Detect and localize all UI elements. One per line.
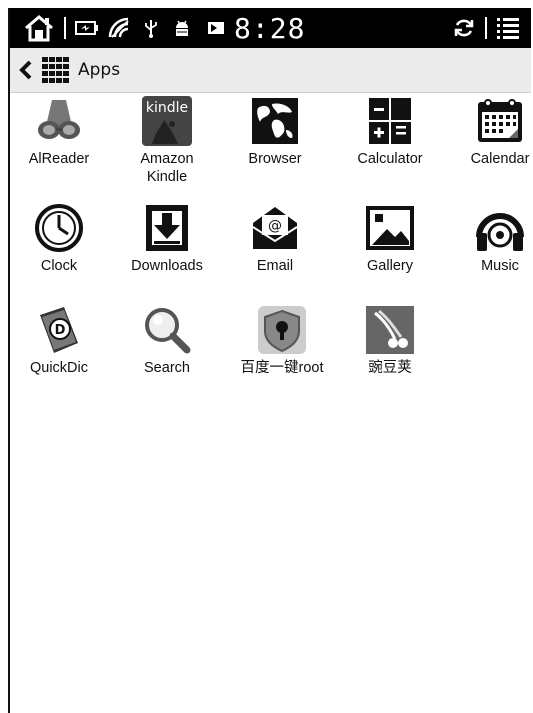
app-label: Gallery — [367, 258, 413, 274]
battery-level-icon — [206, 20, 228, 36]
app-amazon-kindle[interactable]: kindle Amazon Kindle — [115, 96, 219, 186]
app-clock[interactable]: Clock — [7, 203, 111, 275]
battery-icon — [74, 20, 100, 36]
alreader-icon — [34, 96, 84, 146]
status-separator — [64, 17, 66, 39]
search-icon — [142, 305, 192, 355]
app-email[interactable]: @ Email — [223, 203, 327, 275]
wandoujia-icon — [365, 305, 415, 355]
app-gallery[interactable]: Gallery — [338, 203, 442, 275]
app-label: 豌豆荚 — [368, 360, 412, 376]
app-label: Clock — [40, 258, 78, 274]
app-browser[interactable]: Browser — [223, 96, 327, 168]
app-search[interactable]: Search — [115, 305, 219, 377]
svg-text:@: @ — [268, 218, 282, 234]
kindle-icon: kindle — [142, 96, 192, 146]
status-bar: 8:28 — [10, 8, 531, 48]
app-label: Email — [256, 258, 294, 274]
status-time: 8:28 — [234, 11, 306, 45]
browser-icon — [250, 96, 300, 146]
kindle-logo-text: kindle — [146, 100, 188, 116]
music-icon — [475, 203, 525, 253]
app-label: QuickDic — [29, 360, 88, 376]
usb-icon — [140, 18, 162, 38]
app-label: Calculator — [357, 151, 423, 167]
app-alreader[interactable]: AlReader — [7, 96, 111, 168]
status-separator — [485, 17, 487, 39]
email-icon: @ — [250, 203, 300, 253]
screen: 8:28 Apps AlReader kindle Amazon Kindle … — [7, 8, 531, 713]
calculator-icon — [365, 96, 415, 146]
app-label: AlReader — [28, 151, 90, 167]
clock-icon — [34, 203, 84, 253]
app-label: Amazon Kindle — [140, 151, 194, 185]
app-downloads[interactable]: Downloads — [115, 203, 219, 275]
menu-icon[interactable] — [495, 16, 521, 40]
app-label: Search — [144, 360, 190, 376]
app-calculator[interactable]: Calculator — [338, 96, 442, 168]
svg-text:D: D — [55, 323, 66, 338]
apps-grid-icon[interactable] — [42, 57, 70, 83]
app-wandoujia[interactable]: 豌豆荚 — [338, 305, 442, 377]
app-label: 百度一键root — [240, 360, 324, 376]
app-baidu-root[interactable]: 百度一键root — [230, 305, 334, 377]
app-quickdic[interactable]: D QuickDic — [7, 305, 111, 377]
baidu-root-icon — [257, 305, 307, 355]
home-icon[interactable] — [22, 14, 56, 42]
app-calendar[interactable]: Calendar — [448, 96, 533, 168]
app-label: Calendar — [470, 151, 530, 167]
page-title: Apps — [78, 60, 121, 80]
downloads-icon — [142, 203, 192, 253]
quickdic-icon: D — [34, 305, 84, 355]
calendar-icon — [475, 96, 525, 146]
android-debug-icon — [170, 19, 194, 37]
sync-icon[interactable] — [451, 17, 477, 39]
app-label: Music — [481, 258, 519, 274]
title-bar: Apps — [10, 48, 531, 93]
chevron-left-icon[interactable] — [18, 55, 40, 85]
app-label: Browser — [248, 151, 302, 167]
app-music[interactable]: Music — [448, 203, 533, 275]
wifi-icon — [106, 17, 134, 39]
gallery-icon — [365, 203, 415, 253]
app-label: Downloads — [131, 258, 203, 274]
